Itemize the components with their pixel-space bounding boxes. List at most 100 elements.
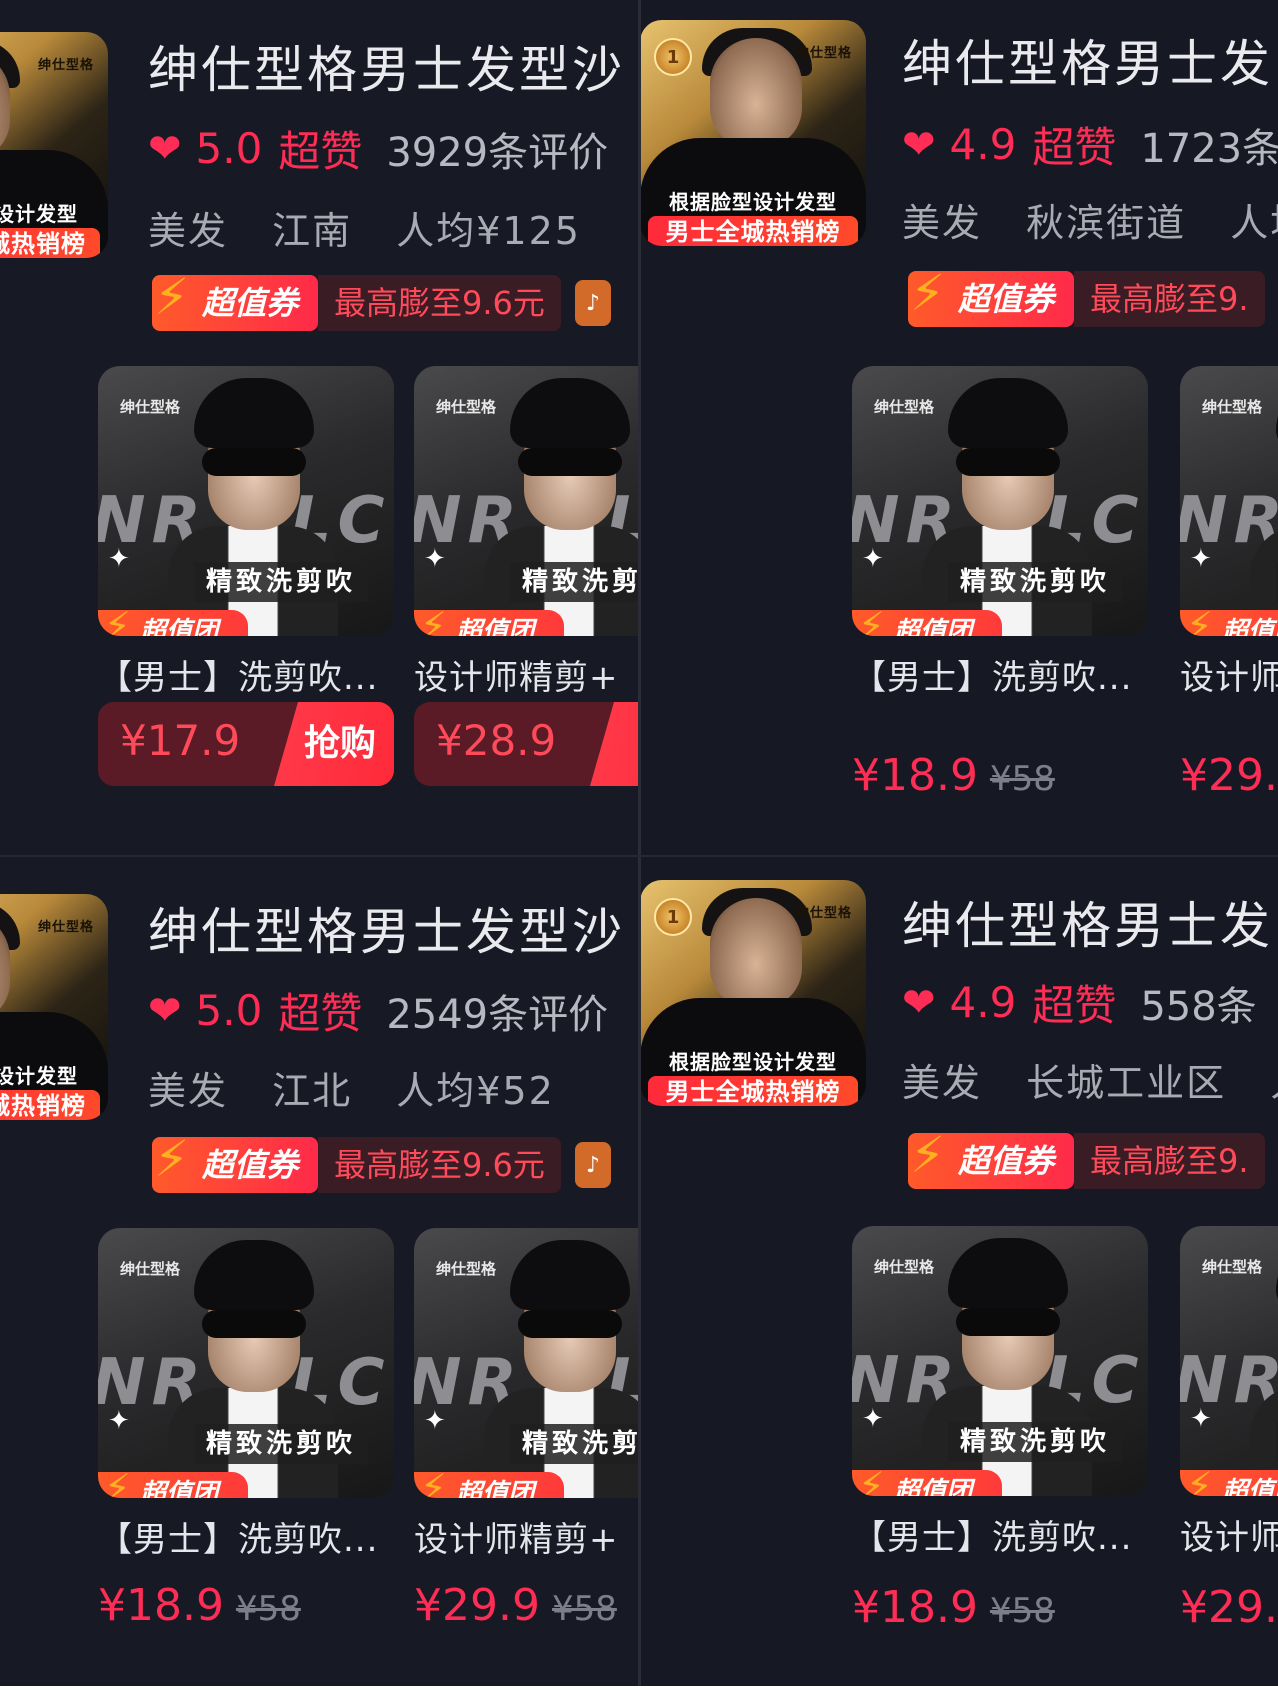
deal-overlay-text: 精致洗剪吹 <box>194 1424 369 1464</box>
store-thumbnail[interactable]: 绅仕型格 1 根据脸型设计发型 男士全城热销榜 <box>640 880 866 1106</box>
rating-score: 5.0 <box>195 986 263 1035</box>
deal-price: ¥18.9 <box>98 1580 224 1631</box>
deal-title[interactable]: 设计师 <box>1180 1510 1278 1559</box>
deal-tag: ⚡超值团 <box>414 604 564 636</box>
deal-title[interactable]: 【男士】洗剪吹... <box>852 650 1148 699</box>
deal-price: ¥17.9 <box>120 716 241 765</box>
lightning-icon: ⚡ <box>1186 1464 1213 1496</box>
deal-brand: 绅仕型格 <box>120 398 181 416</box>
heart-icon: ❤ <box>148 125 182 172</box>
store-name[interactable]: 绅仕型格男士发 <box>902 886 1273 958</box>
deal-overlay-text: 精致洗剪吹 <box>510 1424 640 1464</box>
thumb-caption: 设计发型 <box>0 1064 78 1088</box>
rating-score: 4.9 <box>949 978 1017 1027</box>
store-name[interactable]: 绅仕型格男士发型沙 <box>148 30 625 102</box>
deal-brand: 绅仕型格 <box>874 398 935 416</box>
buy-button[interactable]: ¥17.9 抢购 <box>98 702 394 786</box>
coupon-amount: 最高膨至9. <box>1074 271 1265 327</box>
price-row: ¥18.9 ¥58 <box>852 750 1055 801</box>
rating-row: ❤ 4.9 超赞 558条 <box>902 972 1257 1033</box>
avg-price: 人 <box>1270 1061 1278 1105</box>
deal-tag: ⚡超值团 <box>1180 1464 1278 1496</box>
deal-overlay-text: 精致洗剪吹 <box>948 1422 1123 1462</box>
original-price: ¥58 <box>989 759 1055 799</box>
deal-price: ¥29.9 <box>414 1580 540 1631</box>
rating-label: 超赞 <box>1032 981 1117 1030</box>
sparkle-icon: ✦ <box>862 544 884 574</box>
deal-image[interactable]: NR ALC 绅仕型格 ✦ 精致洗剪吹 ⚡超值团 <box>414 366 640 636</box>
coupon-banner[interactable]: ⚡ 超值券 最高膨至9.6元 ♪ <box>152 1131 611 1194</box>
store-thumbnail[interactable]: 绅仕型格 1 根据脸型设计发型 男士全城热销榜 <box>640 20 866 246</box>
store-card-2[interactable]: 绅仕型格 1 根据脸型设计发型 男士全城热销榜 绅仕型格男士发 ❤ 4.9 超赞… <box>640 0 1278 856</box>
deal-brand: 绅仕型格 <box>120 1260 181 1278</box>
deal-image[interactable]: NR ALC 绅仕型格 ✦ 精致洗剪吹 ⚡超值团 <box>1180 1226 1278 1496</box>
store-card-4[interactable]: 绅仕型格 1 根据脸型设计发型 男士全城热销榜 绅仕型格男士发 ❤ 4.9 超赞… <box>640 856 1278 1704</box>
coupon-banner[interactable]: ⚡ 超值券 最高膨至9. <box>908 1127 1265 1190</box>
deal-title[interactable]: 设计师精剪+ <box>414 1512 640 1561</box>
deal-image[interactable]: NR ALC 绅仕型格 ✦ 精致洗剪吹 ⚡超值团 <box>852 366 1148 636</box>
lightning-icon: ⚡ <box>104 1466 131 1498</box>
store-card-3[interactable]: 绅仕型格 设计发型 城热销榜 绅仕型格男士发型沙 ❤ 5.0 超赞 2549条评… <box>0 856 640 1704</box>
coupon-banner[interactable]: ⚡ 超值券 最高膨至9. <box>908 265 1265 328</box>
bottom-margin <box>0 1686 1278 1704</box>
sparkle-icon: ✦ <box>108 1406 130 1436</box>
store-name[interactable]: 绅仕型格男士发 <box>902 24 1273 96</box>
rating-label: 超赞 <box>278 127 363 176</box>
sunglasses <box>518 1310 622 1338</box>
deal-image[interactable]: NR ALC 绅仕型格 ✦ 精致洗剪吹 ⚡超值团 <box>98 366 394 636</box>
area: 江北 <box>272 1069 353 1113</box>
coupon-tag: ⚡ 超值券 <box>908 265 1075 327</box>
deal-title[interactable]: 【男士】洗剪吹... <box>98 1512 394 1561</box>
deal-tag: ⚡超值团 <box>1180 604 1278 636</box>
deal-brand: 绅仕型格 <box>874 1258 935 1276</box>
deal-title[interactable]: 【男士】洗剪吹... <box>98 650 394 699</box>
lightning-icon: ⚡ <box>154 1130 190 1188</box>
rating-row: ❤ 4.9 超赞 1723条 <box>902 114 1278 175</box>
store-thumbnail[interactable]: 绅仕型格 设计发型 城热销榜 <box>0 32 108 258</box>
deal-title[interactable]: 【男士】洗剪吹... <box>852 1510 1148 1559</box>
deal-title[interactable]: 设计师 <box>1180 650 1278 699</box>
lightning-icon: ⚡ <box>910 1126 946 1184</box>
deal-image[interactable]: NR ALC 绅仕型格 ✦ 精致洗剪吹 ⚡超值团 <box>414 1228 640 1498</box>
thumb-brand: 绅仕型格 <box>37 58 94 73</box>
deal-tag: ⚡超值团 <box>98 1466 248 1498</box>
sunglasses <box>956 1308 1060 1336</box>
medal-icon: 1 <box>654 898 692 936</box>
deal-image[interactable]: NR ALC 绅仕型格 ✦ 精致洗剪吹 ⚡超值团 <box>98 1228 394 1498</box>
panel-divider-vertical <box>638 0 641 1704</box>
store-meta: 美发 江北 人均¥52 <box>148 1060 585 1115</box>
deal-overlay-text: 精致洗剪吹 <box>948 562 1123 602</box>
coupon-tag: ⚡ 超值券 <box>152 1131 319 1193</box>
thumb-face <box>710 38 802 148</box>
lightning-icon: ⚡ <box>858 604 885 636</box>
deal-image[interactable]: NR ALC 绅仕型格 ✦ 精致洗剪吹 ⚡超值团 <box>852 1226 1148 1496</box>
deal-price: ¥29. <box>1180 1582 1278 1633</box>
area: 江南 <box>272 209 353 253</box>
coupon-banner[interactable]: ⚡ 超值券 最高膨至9.6元 ♪ <box>152 269 611 332</box>
lightning-icon: ⚡ <box>1186 604 1213 636</box>
store-card-1[interactable]: 绅仕型格 设计发型 城热销榜 绅仕型格男士发型沙 ❤ 5.0 超赞 3929条评… <box>0 0 640 856</box>
deal-tag: ⚡超值团 <box>414 1466 564 1498</box>
douyin-icon: ♪ <box>574 280 611 326</box>
medal-icon: 1 <box>654 38 692 76</box>
deal-image[interactable]: NR ALC 绅仕型格 ✦ 精致洗剪吹 ⚡超值团 <box>1180 366 1278 636</box>
coupon-amount: 最高膨至9.6元 <box>318 275 561 331</box>
store-thumbnail[interactable]: 绅仕型格 设计发型 城热销榜 <box>0 894 108 1120</box>
sunglasses <box>202 1310 306 1338</box>
thumb-rank-banner: 男士全城热销榜 <box>648 1076 858 1106</box>
store-meta: 美发 秋滨街道 人均 <box>902 192 1278 247</box>
model-hair <box>194 378 314 448</box>
deal-title[interactable]: 设计师精剪+ <box>414 650 640 699</box>
review-count: 2549条评价 <box>386 991 609 1038</box>
avg-price: 人均¥125 <box>396 209 581 253</box>
lightning-icon: ⚡ <box>154 268 190 326</box>
original-price: ¥58 <box>235 1589 301 1629</box>
store-meta: 美发 长城工业区 人 <box>902 1052 1278 1107</box>
buy-button[interactable]: ¥28.9 抢 <box>414 702 640 786</box>
deal-overlay-text: 精致洗剪吹 <box>194 562 369 602</box>
sparkle-icon: ✦ <box>1190 544 1212 574</box>
original-price: ¥58 <box>989 1591 1055 1631</box>
sparkle-icon: ✦ <box>424 1406 446 1436</box>
store-name[interactable]: 绅仕型格男士发型沙 <box>148 892 625 964</box>
model-hair <box>510 378 630 448</box>
